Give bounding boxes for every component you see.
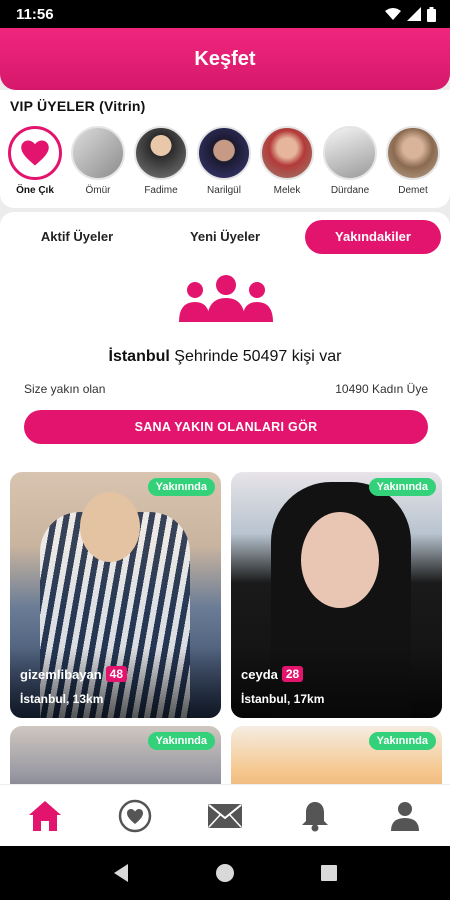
member-card[interactable]: Yakınında [231, 726, 442, 784]
card-location: İstanbul, 13km [20, 692, 104, 706]
people-group-icon [179, 275, 273, 322]
main-panel: Aktif Üyeler Yeni Üyeler Yakındakiler İs… [0, 212, 450, 460]
card-age: 48 [105, 666, 127, 682]
heart-icon [118, 799, 152, 832]
system-nav-bar [0, 846, 450, 900]
avatar [197, 126, 251, 180]
card-username: gizemlibayan [20, 666, 102, 682]
nav-notifications[interactable] [293, 794, 337, 838]
vip-member-name: Fadime [144, 185, 178, 196]
vip-member[interactable]: Fadime [132, 126, 190, 196]
bell-icon [302, 801, 328, 831]
bottom-nav [0, 784, 450, 846]
recents-icon[interactable] [320, 864, 338, 882]
vip-member-name: Narilgül [207, 185, 241, 196]
home-icon [29, 800, 61, 831]
city-summary: İstanbul Şehrinde 50497 kişi var [0, 348, 450, 366]
city-count-text: Şehrinde 50497 kişi var [169, 348, 342, 365]
profile-icon [391, 801, 419, 831]
status-bar: 11:56 [0, 0, 450, 28]
tab-nearby[interactable]: Yakındakiler [305, 220, 441, 254]
feature-label: Öne Çık [16, 185, 54, 196]
nav-messages[interactable] [203, 794, 247, 838]
heart-icon [21, 140, 49, 166]
home-circle-icon[interactable] [215, 863, 235, 883]
vip-member[interactable]: Demet [384, 126, 442, 196]
avatar [260, 126, 314, 180]
nav-favorites[interactable] [113, 794, 157, 838]
feature-avatar [8, 126, 62, 180]
avatar [71, 126, 125, 180]
near-label: Size yakın olan [24, 382, 106, 396]
nearby-badge: Yakınında [368, 732, 436, 750]
tab-new-members[interactable]: Yeni Üyeler [160, 220, 290, 254]
app-bar: Keşfet [0, 28, 450, 90]
tab-active-members[interactable]: Aktif Üyeler [12, 220, 142, 254]
member-card[interactable]: Yakınında [10, 726, 221, 784]
card-age: 28 [281, 666, 304, 682]
status-time: 11:56 [16, 5, 54, 23]
members-grid: Yakınında gizemlibayan 48 İstanbul, 13km… [0, 460, 450, 784]
nearby-badge: Yakınında [147, 478, 215, 496]
vip-member[interactable]: Melek [258, 126, 316, 196]
mail-icon [208, 803, 242, 828]
wifi-icon [385, 8, 401, 20]
vip-member[interactable]: Dürdane [321, 126, 379, 196]
card-user: ceyda 28 [241, 666, 304, 682]
nav-profile[interactable] [383, 794, 427, 838]
battery-icon [427, 6, 436, 22]
page-title: Keşfet [194, 47, 256, 70]
vip-member[interactable]: Ömür [69, 126, 127, 196]
feature-me-button[interactable]: Öne Çık [6, 126, 64, 196]
card-photo-face [301, 512, 379, 608]
member-card[interactable]: Yakınında gizemlibayan 48 İstanbul, 13km [10, 472, 221, 718]
vip-section: VIP ÜYELER (Vitrin) Öne Çık Ömür Fadime … [0, 90, 450, 208]
avatar [134, 126, 188, 180]
vip-title: VIP ÜYELER (Vitrin) [10, 98, 146, 114]
card-username: ceyda [241, 666, 278, 682]
vip-carousel[interactable]: Öne Çık Ömür Fadime Narilgül Melek Dürda… [0, 126, 450, 200]
near-info-row: Size yakın olan 10490 Kadın Üye [24, 382, 428, 396]
vip-member-name: Melek [273, 185, 301, 196]
back-icon[interactable] [112, 863, 130, 883]
vip-member-name: Ömür [85, 185, 111, 196]
vip-member-name: Dürdane [330, 185, 370, 196]
vip-member-name: Demet [398, 185, 428, 196]
see-nearby-button[interactable]: SANA YAKIN OLANLARI GÖR [24, 410, 428, 444]
vip-member[interactable]: Narilgül [195, 126, 253, 196]
nearby-badge: Yakınında [147, 732, 215, 750]
tab-bar: Aktif Üyeler Yeni Üyeler Yakındakiler [0, 220, 450, 254]
member-card[interactable]: Yakınında ceyda 28 İstanbul, 17km [231, 472, 442, 718]
nav-home[interactable] [23, 794, 67, 838]
city-name: İstanbul [108, 348, 170, 365]
avatar [386, 126, 440, 180]
cell-signal-icon [407, 7, 421, 21]
women-count: 10490 Kadın Üye [335, 382, 428, 396]
nearby-badge: Yakınında [368, 478, 436, 496]
card-location: İstanbul, 17km [241, 692, 325, 706]
card-user: gizemlibayan 48 [20, 666, 127, 682]
avatar [323, 126, 377, 180]
card-photo-face [80, 492, 140, 562]
